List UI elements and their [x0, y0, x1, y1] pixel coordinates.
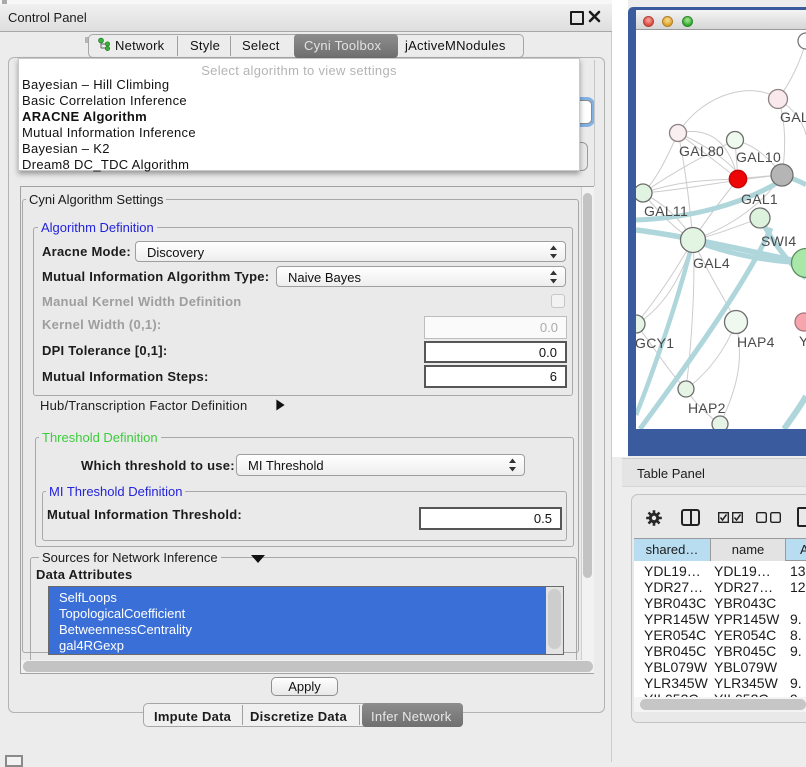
svg-text:GAL: GAL	[780, 109, 806, 125]
svg-text:SWI4: SWI4	[761, 233, 796, 249]
svg-text:HAP2: HAP2	[688, 400, 726, 416]
svg-text:GAL80: GAL80	[679, 143, 724, 159]
svg-text:GCY1: GCY1	[636, 335, 674, 351]
svg-text:GAL10: GAL10	[736, 149, 781, 165]
svg-text:Y: Y	[799, 333, 806, 349]
svg-text:GAL4: GAL4	[693, 255, 730, 271]
svg-text:GAL1: GAL1	[741, 191, 778, 207]
svg-text:HAP4: HAP4	[737, 334, 775, 350]
svg-text:GAL11: GAL11	[644, 203, 688, 219]
